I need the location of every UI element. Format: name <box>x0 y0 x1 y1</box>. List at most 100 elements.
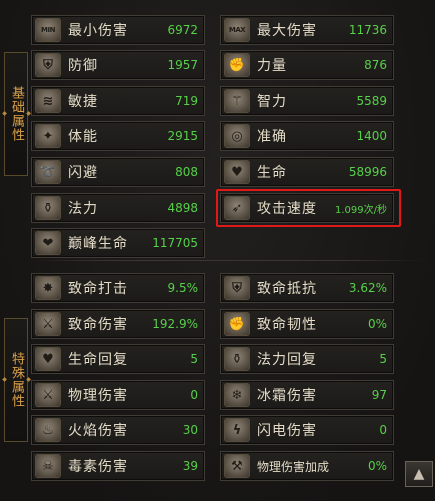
stat-name: 最大伤害 <box>257 23 317 39</box>
stat-name: 致命伤害 <box>68 317 128 333</box>
stat-value: 58996 <box>348 165 387 179</box>
dodge-icon: ➰ <box>35 160 61 184</box>
target-icon: ◎ <box>224 124 250 148</box>
stat-physical-damage-bonus[interactable]: ⚒ 物理伤害加成 0% <box>220 451 394 481</box>
stat-value: 11736 <box>348 23 387 37</box>
staff-icon: ⚚ <box>224 89 250 113</box>
stat-value: 1957 <box>167 58 198 72</box>
scroll-up-button[interactable]: ▲ <box>405 461 433 487</box>
heart-icon: ♥ <box>224 160 250 184</box>
stat-poison-damage[interactable]: ☠ 毒素伤害 39 <box>31 451 205 481</box>
stat-name: 生命 <box>257 165 287 181</box>
stat-critical-toughness[interactable]: ✊ 致命韧性 0% <box>220 309 394 339</box>
stat-lightning-damage[interactable]: ϟ 闪电伤害 0 <box>220 415 394 445</box>
stat-value: 719 <box>175 94 198 108</box>
stat-physical-damage[interactable]: ⚔ 物理伤害 0 <box>31 380 205 410</box>
stat-name: 闪避 <box>68 165 98 181</box>
stat-name: 巅峰生命 <box>68 236 128 252</box>
character-stats-panel: 基础属性 特殊属性 MIN 最小伤害 6972 MAX 最大伤害 11736 ⛨… <box>0 0 435 501</box>
stat-agility[interactable]: ≋ 敏捷 719 <box>31 86 205 116</box>
stat-name: 闪电伤害 <box>257 423 317 439</box>
critical-strike-icon: ✸ <box>35 276 61 300</box>
stat-name: 力量 <box>257 58 287 74</box>
stat-defense[interactable]: ⛨ 防御 1957 <box>31 50 205 80</box>
stat-value: 117705 <box>152 236 198 250</box>
stat-strength[interactable]: ✊ 力量 876 <box>220 50 394 80</box>
potion-icon: ⚱ <box>35 196 61 220</box>
section-label-special: 特殊属性 <box>4 318 28 442</box>
muscle-icon: ✦ <box>35 124 61 148</box>
stat-value: 5589 <box>356 94 387 108</box>
stat-value: 30 <box>182 423 198 437</box>
stat-value: 808 <box>175 165 198 179</box>
stat-name: 敏捷 <box>68 94 98 110</box>
stat-value: 3.62% <box>348 281 387 295</box>
stat-mana-regen[interactable]: ⚱ 法力回复 5 <box>220 344 394 374</box>
stat-name: 致命韧性 <box>257 317 317 333</box>
min-damage-icon: MIN <box>35 18 61 42</box>
section-divider <box>30 260 425 261</box>
stat-critical-resist[interactable]: ⛨ 致命抵抗 3.62% <box>220 273 394 303</box>
stat-name: 最小伤害 <box>68 23 128 39</box>
stat-value: 876 <box>364 58 387 72</box>
max-damage-icon: MAX <box>224 18 250 42</box>
section-label-basic-text: 基础属性 <box>9 86 24 142</box>
frost-icon: ❄ <box>224 383 250 407</box>
stat-name: 致命抵抗 <box>257 281 317 297</box>
stat-value: 4898 <box>167 201 198 215</box>
stat-name: 物理伤害加成 <box>257 459 330 474</box>
stat-fire-damage[interactable]: ♨ 火焰伤害 30 <box>31 415 205 445</box>
stat-accuracy[interactable]: ◎ 准确 1400 <box>220 121 394 151</box>
stat-frost-damage[interactable]: ❄ 冰霜伤害 97 <box>220 380 394 410</box>
stat-name: 防御 <box>68 58 98 74</box>
stat-mana[interactable]: ⚱ 法力 4898 <box>31 193 205 223</box>
stat-vitality[interactable]: ✦ 体能 2915 <box>31 121 205 151</box>
stat-value: 1400 <box>356 129 387 143</box>
toughness-icon: ✊ <box>224 312 250 336</box>
stat-value: 6972 <box>167 23 198 37</box>
stat-value: 5 <box>379 352 387 366</box>
stat-critical-strike[interactable]: ✸ 致命打击 9.5% <box>31 273 205 303</box>
stat-dodge[interactable]: ➰ 闪避 808 <box>31 157 205 187</box>
stat-intelligence[interactable]: ⚚ 智力 5589 <box>220 86 394 116</box>
stat-name: 智力 <box>257 94 287 110</box>
section-label-basic: 基础属性 <box>4 52 28 176</box>
stat-life[interactable]: ♥ 生命 58996 <box>220 157 394 187</box>
stat-name: 法力 <box>68 201 98 217</box>
stat-value: 0 <box>190 388 198 402</box>
stat-name: 冰霜伤害 <box>257 388 317 404</box>
stat-name: 致命打击 <box>68 281 128 297</box>
attack-speed-highlight-box <box>216 189 401 227</box>
stat-life-regen[interactable]: ♥ 生命回复 5 <box>31 344 205 374</box>
critical-resist-icon: ⛨ <box>224 276 250 300</box>
skull-icon: ☠ <box>35 454 61 478</box>
section-label-special-text: 特殊属性 <box>9 352 24 408</box>
stat-name: 准确 <box>257 129 287 145</box>
stat-critical-damage[interactable]: ⚔ 致命伤害 192.9% <box>31 309 205 339</box>
stat-value: 9.5% <box>167 281 199 295</box>
stat-peak-life[interactable]: ❤ 巅峰生命 117705 <box>31 228 205 258</box>
stat-name: 物理伤害 <box>68 388 128 404</box>
scroll-up-icon: ▲ <box>413 466 425 482</box>
stat-value: 5 <box>190 352 198 366</box>
stat-value: 39 <box>182 459 198 473</box>
life-regen-icon: ♥ <box>35 347 61 371</box>
stat-value: 97 <box>371 388 387 402</box>
lightning-icon: ϟ <box>224 418 250 442</box>
stat-name: 体能 <box>68 129 98 145</box>
stat-value: 0 <box>379 423 387 437</box>
stat-name: 法力回复 <box>257 352 317 368</box>
peak-life-icon: ❤ <box>35 231 61 255</box>
stat-name: 毒素伤害 <box>68 459 128 475</box>
fist-icon: ✊ <box>224 53 250 77</box>
stat-max-damage[interactable]: MAX 最大伤害 11736 <box>220 15 394 45</box>
stat-name: 火焰伤害 <box>68 423 128 439</box>
critical-damage-icon: ⚔ <box>35 312 61 336</box>
physical-bonus-icon: ⚒ <box>224 454 250 478</box>
stat-value: 0% <box>367 317 387 331</box>
stat-min-damage[interactable]: MIN 最小伤害 6972 <box>31 15 205 45</box>
stat-name: 生命回复 <box>68 352 128 368</box>
fire-icon: ♨ <box>35 418 61 442</box>
dash-icon: ≋ <box>35 89 61 113</box>
shield-icon: ⛨ <box>35 53 61 77</box>
